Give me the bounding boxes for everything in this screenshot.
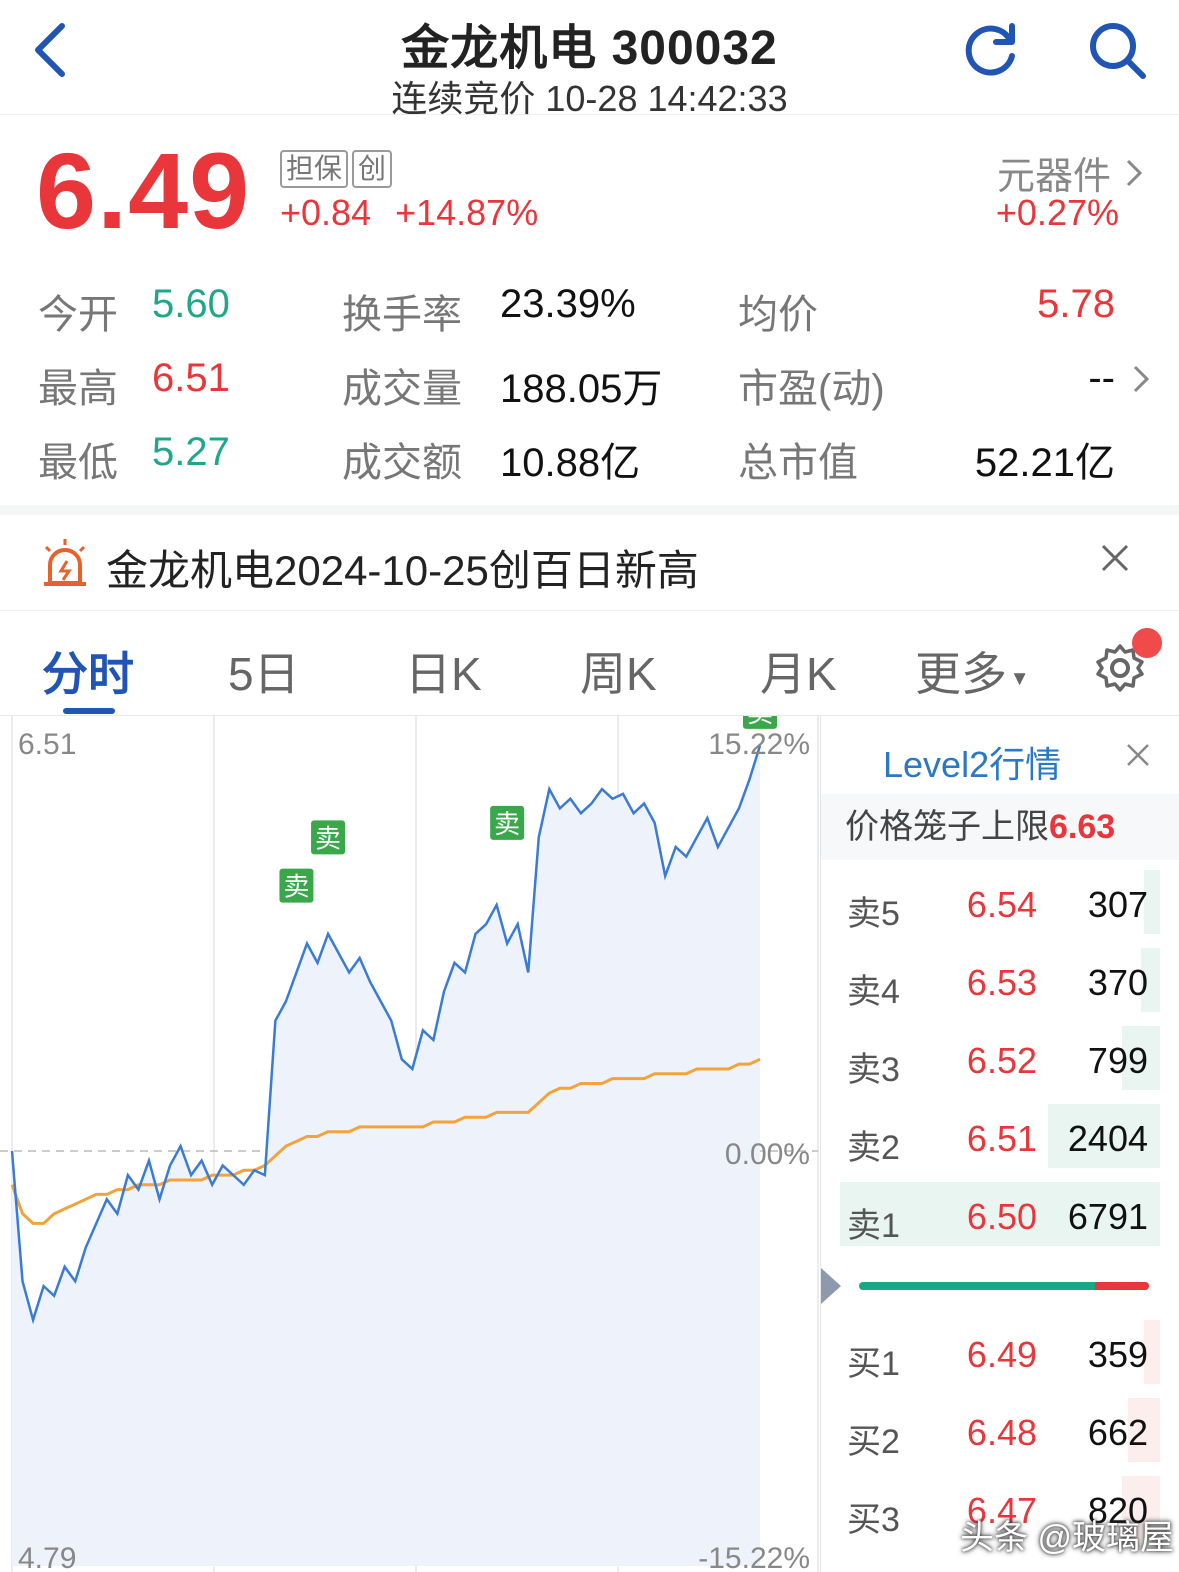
avg-value: 5.78	[1037, 282, 1115, 326]
order-level-label: 买3	[847, 1501, 900, 1539]
order-volume: 662	[1087, 1412, 1148, 1453]
order-level-label: 卖3	[847, 1051, 900, 1089]
pe-chevron-icon[interactable]	[1132, 364, 1150, 394]
divider	[0, 505, 1179, 515]
order-price: 6.52	[966, 1040, 1037, 1081]
high-label: 最高	[38, 367, 118, 411]
refresh-icon[interactable]	[960, 18, 1024, 82]
pct-min-label: -15.22%	[698, 1542, 810, 1572]
notification-dot	[1132, 628, 1162, 658]
order-price: 6.54	[966, 884, 1037, 925]
order-level-label: 卖4	[847, 973, 900, 1011]
order-volume: 799	[1087, 1040, 1148, 1081]
order-volume: 2404	[1067, 1118, 1148, 1159]
ratio-red-segment	[1095, 1282, 1149, 1290]
order-price: 6.53	[966, 962, 1037, 1003]
order-volume: 6791	[1067, 1196, 1148, 1237]
turnover-value: 23.39%	[500, 282, 636, 326]
high-value: 6.51	[152, 356, 230, 400]
y-min-label: 4.79	[18, 1542, 77, 1572]
order-level-label: 卖5	[847, 895, 900, 933]
amount-label: 成交额	[342, 441, 462, 485]
tab-intraday[interactable]: 分时	[42, 638, 134, 704]
tab-more-label: 更多	[915, 648, 1007, 700]
ask-row[interactable]: 卖1 6.50 6791	[821, 1180, 1179, 1254]
pe-label: 市盈(动)	[738, 367, 885, 411]
sector-change: +0.27%	[995, 192, 1119, 233]
order-level-label: 买2	[847, 1423, 900, 1461]
price-cage-value: 6.63	[1049, 808, 1116, 846]
active-tab-indicator	[63, 708, 115, 714]
tab-daily-k[interactable]: 日K	[405, 638, 482, 704]
turnover-label: 换手率	[342, 293, 462, 337]
bid-row[interactable]: 买2 6.48 662	[821, 1396, 1179, 1470]
chevron-right-icon	[1126, 159, 1143, 186]
bid-ask-ratio-bar	[859, 1282, 1149, 1290]
low-label: 最低	[38, 441, 118, 485]
volume-value: 188.05万	[500, 367, 663, 411]
order-volume: 307	[1087, 884, 1148, 925]
price-cage-label: 价格笼子上限	[845, 808, 1049, 846]
current-price: 6.49	[36, 130, 251, 251]
alarm-icon	[44, 539, 86, 586]
stock-tags: 担保 创	[280, 150, 393, 188]
change-amount: +0.84	[280, 192, 372, 233]
amount-value: 10.88亿	[500, 441, 641, 485]
ask-row[interactable]: 卖5 6.54 307	[821, 868, 1179, 942]
low-value: 5.27	[152, 430, 230, 474]
volume-label: 成交量	[342, 367, 462, 411]
y-max-label: 6.51	[18, 728, 77, 761]
pct-zero-label: 0.00%	[724, 1138, 810, 1171]
change-percent: +14.87%	[395, 192, 539, 233]
order-volume: 370	[1087, 962, 1148, 1003]
price-cage-limit: 价格笼子上限6.63	[821, 794, 1179, 860]
sell-marker-label: 卖	[494, 810, 520, 840]
tab-5day[interactable]: 5日	[228, 638, 300, 704]
order-price: 6.48	[966, 1412, 1037, 1453]
close-icon[interactable]	[1123, 740, 1153, 770]
price-change: +0.84 +14.87%	[280, 192, 538, 234]
tab-more[interactable]: 更多 ▾	[915, 638, 1026, 704]
mcap-value: 52.21亿	[974, 441, 1115, 485]
ask-row[interactable]: 卖2 6.51 2404	[821, 1102, 1179, 1176]
pct-max-label: 15.22%	[708, 728, 810, 761]
notice-text: 金龙机电2024-10-25创百日新高	[106, 547, 699, 594]
notice-banner[interactable]: 金龙机电2024-10-25创百日新高	[0, 515, 1179, 611]
tab-weekly-k[interactable]: 周K	[580, 638, 657, 704]
price-area	[12, 745, 760, 1566]
order-level-label: 买1	[847, 1345, 900, 1383]
chart-canvas: 卖卖卖卖卖	[0, 665, 819, 1572]
tag-chinext: 创	[352, 150, 393, 188]
bid-row[interactable]: 买1 6.49 359	[821, 1318, 1179, 1392]
sell-marker-label: 卖	[315, 824, 341, 854]
order-level-label: 卖2	[847, 1129, 900, 1167]
open-label: 今开	[38, 293, 118, 337]
ratio-arrow-icon	[821, 1268, 841, 1304]
top-bar: 金龙机电 300032 连续竞价 10-28 14:42:33	[0, 0, 1179, 119]
sell-marker-label: 卖	[283, 873, 309, 903]
avg-label: 均价	[738, 293, 818, 337]
ask-row[interactable]: 卖4 6.53 370	[821, 946, 1179, 1020]
search-icon[interactable]	[1085, 18, 1149, 82]
sell-marker-label: 卖	[747, 716, 773, 729]
order-price: 6.51	[966, 1118, 1037, 1159]
pe-value[interactable]: --	[1088, 356, 1115, 401]
tab-monthly-k[interactable]: 月K	[760, 638, 837, 704]
tag-margin: 担保	[280, 150, 349, 188]
ask-row[interactable]: 卖3 6.52 799	[821, 1024, 1179, 1098]
intraday-chart[interactable]: 卖卖卖卖卖 6.51 4.79 15.22% 0.00% -15.22%	[0, 665, 820, 1572]
mcap-label: 总市值	[738, 441, 858, 485]
level2-title: Level2行情	[883, 744, 1062, 785]
level2-panel: Level2行情 价格笼子上限6.63 卖5 6.54 307 卖4 6.53 370 卖3…	[820, 716, 1179, 1572]
order-price: 6.50	[966, 1196, 1037, 1237]
order-level-label: 卖1	[847, 1207, 900, 1245]
chart-tabs: 分时 5日 日K 周K 月K 更多 ▾	[0, 612, 1179, 716]
order-price: 6.49	[966, 1334, 1037, 1375]
watermark: 头条 @玻璃屋	[960, 1519, 1174, 1557]
order-volume: 359	[1087, 1334, 1148, 1375]
close-icon[interactable]	[1095, 538, 1135, 578]
caret-down-icon: ▾	[1007, 664, 1026, 692]
open-value: 5.60	[152, 282, 230, 326]
